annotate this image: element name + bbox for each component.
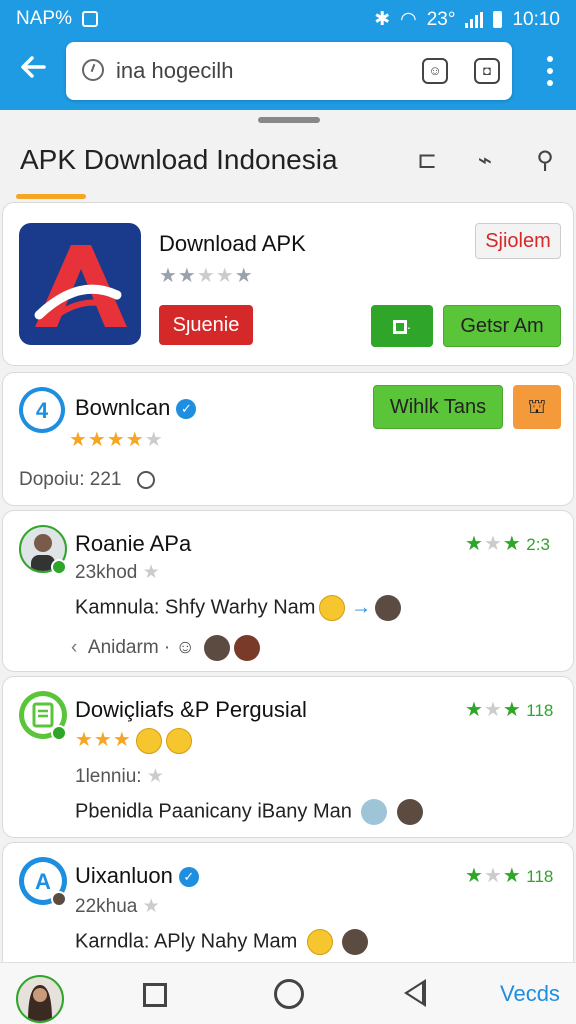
- active-tab-indicator: [16, 194, 86, 199]
- search-icon[interactable]: ⚲: [530, 146, 560, 176]
- user-badge-icon: [51, 891, 67, 907]
- review-title: Dowiçliafs &P Pergusial: [75, 697, 307, 722]
- emoji-icon: [319, 595, 346, 621]
- user-avatar-icon: [375, 595, 402, 621]
- app-card[interactable]: 4 Bownlcan ✓ ★★★★★ Wihlk Tans ⛫ Dopoiu: 2…: [2, 372, 574, 506]
- featured-app-name: Download APK: [159, 231, 306, 256]
- app-card-rating: ★★★★★: [69, 429, 164, 451]
- chevron-left-icon: ‹: [71, 637, 78, 659]
- review-card-2[interactable]: Dowiçliafs &P Pergusial ★★★ 118 ★★★ 1len…: [2, 676, 574, 838]
- system-nav-bar: Vecds: [0, 962, 576, 1024]
- review-rating: ★★★ 2:3: [465, 533, 550, 555]
- review-text: Karndla: APly Nahy Mam: [75, 929, 369, 955]
- wifi-icon: ◠: [400, 9, 417, 30]
- chat-icon: ☺: [175, 637, 195, 659]
- app-logo-icon: 4: [19, 387, 65, 433]
- user-avatar-icon: [204, 635, 231, 661]
- featured-secondary-button[interactable]: Getsr Am: [443, 305, 561, 347]
- page-header: APK Download Indonesia ⊏ ⌁ ⚲: [0, 128, 576, 200]
- featured-rating: ★★★★★: [159, 265, 254, 287]
- featured-app-card[interactable]: Download APK ★★★★★ Sjiolem Sȷuenie · Get…: [2, 202, 574, 366]
- gift-icon: ⛫: [527, 396, 547, 418]
- svg-text:4: 4: [36, 398, 49, 423]
- review-title: Uixanluon ✓: [75, 863, 199, 889]
- signal-icon: [465, 11, 484, 28]
- bluetooth-icon: ✱: [374, 9, 391, 30]
- review-inline-rating: ★★★: [75, 727, 192, 754]
- star-icon: ★: [146, 766, 164, 787]
- info-icon: [136, 470, 155, 489]
- review-subtitle: 22khua ★: [75, 896, 160, 917]
- open-icon: [392, 319, 407, 334]
- url-input[interactable]: [116, 54, 416, 88]
- top-app-bar: NAP% ✱ ◠ 23° 10:10 ☺ ◘: [0, 0, 576, 110]
- app-card-button[interactable]: Wihlk Tans: [373, 385, 503, 429]
- review-footer[interactable]: ‹ Anidarm · ☺: [71, 635, 261, 661]
- featured-primary-button[interactable]: Sȷuenie: [159, 305, 253, 345]
- star-icon: ★: [142, 562, 160, 583]
- review-card-3[interactable]: A Uixanluon ✓ ★★★ 118 22khua ★ Karndla: A…: [2, 842, 574, 982]
- download-badge-icon: [51, 559, 67, 575]
- open-button[interactable]: ·: [371, 305, 433, 347]
- review-text: Kamnula: Shfy Warhy Nam →: [75, 595, 402, 621]
- status-bar: NAP% ✱ ◠ 23° 10:10: [0, 0, 576, 36]
- app-card-title: Bownlcan ✓: [75, 395, 197, 421]
- gift-button[interactable]: ⛫: [513, 385, 561, 429]
- home-button[interactable]: [274, 979, 304, 1009]
- nav-link[interactable]: Vecds: [500, 981, 560, 1007]
- app-card-downloads: Dopoiu: 221: [19, 469, 155, 491]
- verified-icon: ✓: [178, 867, 199, 888]
- review-subtitle: 23khod ★: [75, 562, 160, 583]
- nav-back-button[interactable]: [404, 979, 426, 1007]
- user-avatar-icon: [396, 799, 423, 825]
- status-left-text: NAP%: [16, 8, 72, 29]
- emoji-icon: [306, 929, 333, 955]
- verified-icon: ✓: [176, 399, 197, 420]
- back-button[interactable]: [18, 52, 52, 86]
- page-title: APK Download Indonesia: [20, 144, 338, 175]
- overflow-menu-button[interactable]: [546, 56, 554, 86]
- tabs-icon[interactable]: ◘: [474, 58, 500, 84]
- address-bar[interactable]: ☺ ◘: [66, 42, 512, 100]
- download-icon[interactable]: ⊏: [412, 146, 442, 176]
- drag-handle[interactable]: [258, 117, 320, 123]
- battery-icon: [493, 11, 503, 28]
- download-badge-icon: [51, 725, 67, 741]
- history-icon: [82, 59, 104, 81]
- review-title: Roanie APa: [75, 531, 192, 556]
- arrow-right-icon: →: [351, 596, 372, 619]
- screenshot-icon[interactable]: ☺: [422, 58, 448, 84]
- review-text: Pbenidla Paanicany iBany Man: [75, 799, 423, 825]
- star-icon: ★: [142, 896, 160, 917]
- user-avatar-icon: [342, 929, 369, 955]
- recents-button[interactable]: [143, 983, 167, 1007]
- user-avatar-icon: [361, 799, 388, 825]
- emoji-icon: [165, 727, 192, 754]
- review-rating: ★★★ 118: [465, 699, 554, 721]
- share-icon[interactable]: ⌁: [470, 146, 500, 176]
- apk-logo-icon: [19, 223, 141, 345]
- svg-text:A: A: [35, 869, 51, 894]
- profile-avatar[interactable]: [16, 975, 64, 1023]
- status-temp: 23°: [426, 8, 456, 30]
- status-time: 10:10: [512, 8, 560, 30]
- notification-icon: [81, 11, 98, 27]
- featured-tag-button[interactable]: Sjiolem: [475, 223, 561, 259]
- review-rating: ★★★ 118: [465, 865, 554, 887]
- arrow-left-icon: [21, 56, 46, 78]
- user-avatar-icon: [234, 635, 261, 661]
- emoji-icon: [135, 727, 162, 754]
- review-subtitle: 1lenniu: ★: [75, 766, 164, 787]
- review-card-1[interactable]: Roanie APa ★★★ 2:3 23khod ★ Kamnula: Shf…: [2, 510, 574, 672]
